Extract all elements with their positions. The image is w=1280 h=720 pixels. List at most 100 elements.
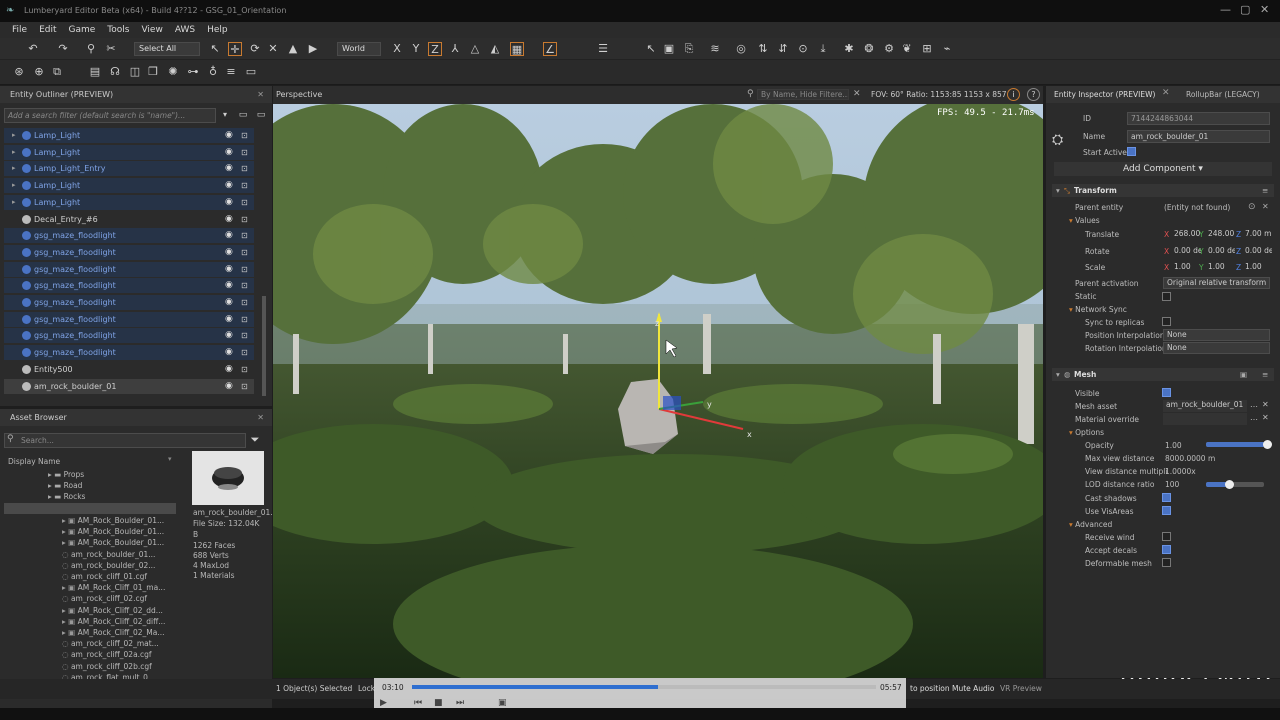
- maximize-icon[interactable]: ▢: [1240, 3, 1250, 16]
- angle-snap-icon[interactable]: ∠: [543, 42, 557, 56]
- browse-icon[interactable]: …: [1250, 400, 1258, 409]
- outliner-row[interactable]: gsg_maze_floodlight ◉ ⊡: [4, 311, 254, 327]
- scale-z-field[interactable]: 1.00: [1242, 262, 1272, 273]
- selected-asset-row[interactable]: [4, 503, 176, 514]
- menu-tools[interactable]: Tools: [101, 25, 135, 35]
- outliner-row[interactable]: ▸ Lamp_Light ◉ ⊡: [4, 178, 254, 194]
- asset-item[interactable]: ◌ am_rock_cliff_01.cgf: [62, 571, 147, 582]
- add-component-button[interactable]: Add Component ▾: [1054, 162, 1272, 176]
- visibility-eye-icon[interactable]: ◉: [225, 295, 233, 310]
- link-icon[interactable]: ⚲: [84, 42, 98, 56]
- ai-icon[interactable]: ❂: [862, 42, 876, 56]
- export-icon[interactable]: ⎘: [682, 42, 696, 56]
- lock-icon[interactable]: ⊡: [241, 245, 248, 260]
- asset-folder[interactable]: ▸ ▬ Props: [48, 469, 84, 480]
- asset-item[interactable]: ▸ ▣ AM_Rock_Cliff_01_ma...: [62, 582, 165, 593]
- outliner-row[interactable]: ▸ Lamp_Light ◉ ⊡: [4, 128, 254, 143]
- lock-icon[interactable]: ⊡: [241, 345, 248, 360]
- mute-audio-button[interactable]: Mute Audio: [952, 684, 994, 693]
- asset-item[interactable]: ◌ am_rock_cliff_02b.cgf: [62, 661, 152, 672]
- rotate-tool-icon[interactable]: ⟳: [248, 42, 262, 56]
- expand-arrow-icon[interactable]: ▸: [12, 145, 16, 160]
- viewport-3d[interactable]: x y z FPS: 49.5 - 21.7ms: [273, 104, 1043, 678]
- view-mult-value[interactable]: 1.0000x: [1165, 467, 1196, 476]
- deformable-checkbox[interactable]: [1162, 558, 1171, 567]
- ruler-icon[interactable]: ⊞: [920, 42, 934, 56]
- lock-icon[interactable]: ⊡: [241, 379, 248, 394]
- close-icon[interactable]: ✕: [1162, 88, 1170, 98]
- filter-dropdown-icon[interactable]: ▾: [218, 108, 232, 122]
- rotation-interpolation-dropdown[interactable]: None: [1163, 342, 1270, 354]
- menu-edit[interactable]: Edit: [33, 25, 62, 35]
- visibility-eye-icon[interactable]: ◉: [225, 161, 233, 176]
- coord-space-dropdown[interactable]: World: [337, 42, 381, 56]
- material-icon[interactable]: ⊛: [12, 65, 26, 79]
- select-tool-icon[interactable]: ↖: [208, 42, 222, 56]
- lock-icon[interactable]: ⊡: [241, 228, 248, 243]
- lock-icon[interactable]: ⊡: [241, 312, 248, 327]
- expand-arrow-icon[interactable]: ▸: [12, 178, 16, 193]
- lock-icon[interactable]: ⊡: [241, 262, 248, 277]
- outliner-row[interactable]: gsg_maze_floodlight ◉ ⊡: [4, 228, 254, 244]
- translate-y-field[interactable]: 248.00: [1205, 229, 1235, 240]
- video-progress-track[interactable]: [412, 685, 876, 689]
- asset-item[interactable]: ▸ ▣ AM_Rock_Boulder_01...: [62, 526, 164, 537]
- asset-item[interactable]: ▸ ▣ AM_Rock_Boulder_01...: [62, 515, 164, 526]
- help-icon[interactable]: ?: [1027, 88, 1040, 101]
- visibility-eye-icon[interactable]: ◉: [225, 362, 233, 377]
- lock-icon[interactable]: ⊡: [241, 362, 248, 377]
- particle-icon[interactable]: ✺: [166, 65, 180, 79]
- audio-icon[interactable]: ☊: [108, 65, 122, 79]
- close-window-icon[interactable]: ✕: [1260, 3, 1269, 16]
- lock-button[interactable]: Lock: [358, 684, 375, 693]
- outliner-row[interactable]: Decal_Entry_#6 ◉ ⊡: [4, 212, 254, 227]
- redo-icon[interactable]: ↷: [56, 42, 70, 56]
- save-icon[interactable]: ▣: [662, 42, 676, 56]
- expand-arrow-icon[interactable]: ▸: [12, 161, 16, 176]
- lock-icon[interactable]: ⊡: [241, 145, 248, 160]
- menu-file[interactable]: File: [6, 25, 33, 35]
- position-interpolation-dropdown[interactable]: None: [1163, 329, 1270, 341]
- visibility-eye-icon[interactable]: ◉: [225, 245, 233, 260]
- menu-help[interactable]: Help: [201, 25, 234, 35]
- target-icon[interactable]: ⊙: [1248, 202, 1256, 212]
- layers-icon[interactable]: ≋: [708, 42, 722, 56]
- display-icon[interactable]: ▭: [254, 108, 268, 122]
- lock-icon[interactable]: ⊡: [241, 195, 248, 210]
- cursor-icon[interactable]: ↖: [644, 42, 658, 56]
- close-icon[interactable]: ✕: [257, 409, 264, 426]
- visibility-eye-icon[interactable]: ◉: [225, 262, 233, 277]
- rotate-z-field[interactable]: 0.00 de: [1242, 246, 1272, 257]
- target-icon[interactable]: ⊙: [796, 42, 810, 56]
- visibility-eye-icon[interactable]: ◉: [225, 328, 233, 343]
- outliner-search-input[interactable]: Add a search filter (default search is "…: [4, 108, 216, 123]
- asset-search-input[interactable]: Search...: [4, 433, 246, 448]
- asset-item[interactable]: ▸ ▣ AM_Rock_Cliff_02_dd...: [62, 605, 163, 616]
- rotate-x-field[interactable]: 0.00 de: [1171, 246, 1201, 257]
- outliner-row[interactable]: gsg_maze_floodlight ◉ ⊡: [4, 261, 254, 277]
- outliner-row[interactable]: Entity500 ◉ ⊡: [4, 362, 254, 377]
- visibility-eye-icon[interactable]: ◉: [225, 128, 233, 143]
- undo-icon[interactable]: ↶: [26, 42, 40, 56]
- lock-icon[interactable]: ⊡: [241, 295, 248, 310]
- asset-item[interactable]: ◌ am_rock_cliff_02_mat...: [62, 638, 159, 649]
- outliner-row[interactable]: gsg_maze_floodlight ◉ ⊡: [4, 244, 254, 260]
- sort-icon[interactable]: ▾: [168, 455, 172, 463]
- accept-decals-checkbox[interactable]: [1162, 545, 1171, 554]
- drop-icon[interactable]: ⤓: [816, 42, 830, 56]
- tab-rollupbar[interactable]: RollupBar (LEGACY): [1186, 90, 1260, 99]
- lod-ratio-value[interactable]: 100: [1165, 480, 1179, 489]
- expand-arrow-icon[interactable]: ▸: [12, 128, 16, 143]
- unlink-icon[interactable]: ✂: [104, 42, 118, 56]
- terminal-icon[interactable]: ▭: [244, 65, 258, 79]
- snap-terrain-icon[interactable]: △: [468, 42, 482, 56]
- rotate-y-field[interactable]: 0.00 de: [1205, 246, 1235, 257]
- outliner-row[interactable]: gsg_maze_floodlight ◉ ⊡: [4, 278, 254, 294]
- receive-wind-checkbox[interactable]: [1162, 532, 1171, 541]
- outliner-scrollbar[interactable]: [262, 296, 266, 396]
- outliner-row[interactable]: ▸ Lamp_Light ◉ ⊡: [4, 144, 254, 160]
- list-icon[interactable]: ☰: [596, 42, 610, 56]
- name-field[interactable]: am_rock_boulder_01: [1127, 130, 1270, 143]
- align-grid-icon[interactable]: ⇵: [776, 42, 790, 56]
- skip-forward-icon[interactable]: ⏭: [456, 698, 464, 708]
